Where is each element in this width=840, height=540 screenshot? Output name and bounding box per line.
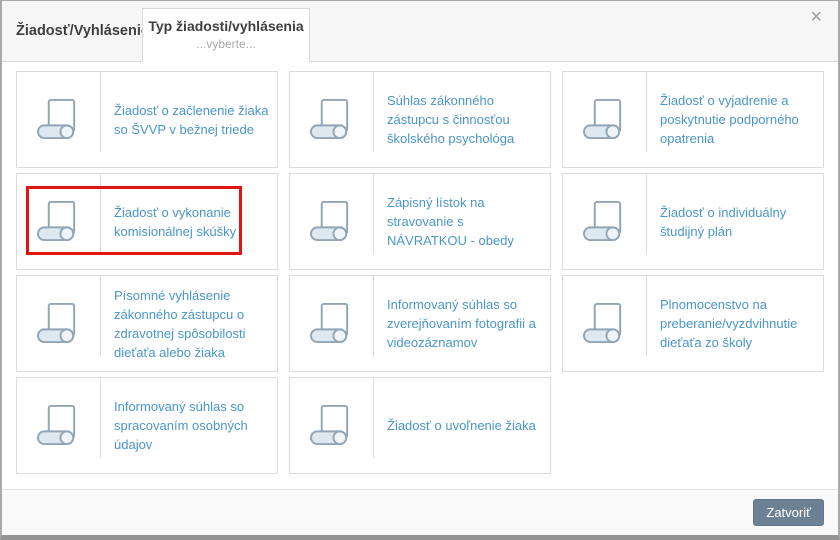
document-scroll-icon	[309, 404, 348, 446]
document-scroll-icon	[36, 98, 75, 140]
request-type-card[interactable]: Plnomocenstvo na preberanie/vyzdvihnutie…	[562, 275, 824, 372]
card-label-text: Žiadosť o vyjadrenie a poskytnutie podpo…	[660, 93, 799, 146]
card-icon-cell	[17, 276, 101, 371]
card-label: Súhlas zákonného zástupcu s činnosťou šk…	[374, 72, 550, 167]
card-label: Žiadosť o vyjadrenie a poskytnutie podpo…	[647, 72, 823, 167]
tab-typ-ziadosti[interactable]: Typ žiadosti/vyhlásenia ...vyberte...	[142, 8, 310, 62]
card-label-text: Informovaný súhlas so spracovaním osobný…	[114, 399, 248, 452]
card-label-text: Žiadosť o vykonanie komisionálnej skúšky	[114, 204, 237, 239]
card-label: Žiadosť o začlenenie žiaka so ŠVVP v bež…	[101, 72, 277, 167]
card-icon-cell	[290, 276, 374, 371]
card-label-text: Písomné vyhlásenie zákonného zástupcu o …	[114, 287, 246, 360]
request-type-card[interactable]: Informovaný súhlas so zverejňovaním foto…	[289, 275, 551, 372]
card-label-text: Zápisný lístok na stravovanie s NÁVRATKO…	[387, 195, 514, 248]
card-label: Plnomocenstvo na preberanie/vyzdvihnutie…	[647, 276, 823, 371]
request-type-card[interactable]: Žiadosť o uvoľnenie žiaka	[289, 377, 551, 474]
zatvorit-button[interactable]: Zatvoriť	[753, 499, 824, 526]
card-icon-cell	[563, 72, 647, 167]
document-scroll-icon	[582, 302, 621, 344]
card-icon-cell	[290, 72, 374, 167]
card-icon-cell	[17, 174, 101, 269]
card-icon-cell	[290, 174, 374, 269]
card-label-text: Plnomocenstvo na preberanie/vyzdvihnutie…	[660, 297, 798, 350]
card-label-text: Žiadosť o začlenenie žiaka so ŠVVP v bež…	[114, 102, 269, 137]
document-scroll-icon	[36, 404, 75, 446]
dialog-footer: Zatvoriť	[2, 489, 838, 535]
request-type-card[interactable]: Súhlas zákonného zástupcu s činnosťou šk…	[289, 71, 551, 168]
card-label: Žiadosť o vykonanie komisionálnej skúšky	[101, 174, 277, 269]
card-label-text: Súhlas zákonného zástupcu s činnosťou šk…	[387, 93, 515, 146]
request-type-card[interactable]: Zápisný lístok na stravovanie s NÁVRATKO…	[289, 173, 551, 270]
request-type-dialog: Žiadosť/Vyhlásenie Typ žiadosti/vyhlásen…	[0, 0, 840, 540]
request-type-card[interactable]: Žiadosť o individuálny študijný plán	[562, 173, 824, 270]
card-label-text: Žiadosť o individuálny študijný plán	[660, 204, 787, 239]
document-scroll-icon	[582, 200, 621, 242]
card-label: Písomné vyhlásenie zákonného zástupcu o …	[101, 276, 277, 371]
card-label: Informovaný súhlas so spracovaním osobný…	[101, 378, 277, 473]
card-label-text: Žiadosť o uvoľnenie žiaka	[387, 418, 536, 433]
card-icon-cell	[17, 378, 101, 473]
card-label: Informovaný súhlas so zverejňovaním foto…	[374, 276, 550, 371]
document-scroll-icon	[309, 200, 348, 242]
request-type-card[interactable]: Písomné vyhlásenie zákonného zástupcu o …	[16, 275, 278, 372]
tab-ziadost-vyhlasenie-label: Žiadosť/Vyhlásenie	[16, 23, 149, 39]
tab-ziadost-vyhlasenie[interactable]: Žiadosť/Vyhlásenie	[16, 1, 149, 61]
tab-typ-ziadosti-title: Typ žiadosti/vyhlásenia	[148, 18, 304, 34]
card-icon-cell	[563, 174, 647, 269]
document-scroll-icon	[36, 200, 75, 242]
request-type-grid: Žiadosť o začlenenie žiaka so ŠVVP v bež…	[2, 62, 838, 489]
card-label: Žiadosť o uvoľnenie žiaka	[374, 378, 550, 473]
request-type-card[interactable]: Informovaný súhlas so spracovaním osobný…	[16, 377, 278, 474]
document-scroll-icon	[36, 302, 75, 344]
card-label: Zápisný lístok na stravovanie s NÁVRATKO…	[374, 174, 550, 269]
request-type-card[interactable]: Žiadosť o vyjadrenie a poskytnutie podpo…	[562, 71, 824, 168]
close-icon[interactable]: ×	[810, 7, 822, 27]
document-scroll-icon	[309, 302, 348, 344]
card-label-text: Informovaný súhlas so zverejňovaním foto…	[387, 297, 536, 350]
card-icon-cell	[290, 378, 374, 473]
document-scroll-icon	[309, 98, 348, 140]
tab-typ-ziadosti-subtitle: ...vyberte...	[196, 37, 256, 51]
document-scroll-icon	[582, 98, 621, 140]
request-type-card[interactable]: Žiadosť o vykonanie komisionálnej skúšky	[16, 173, 278, 270]
dialog-header: Žiadosť/Vyhlásenie Typ žiadosti/vyhlásen…	[2, 1, 838, 62]
request-type-card[interactable]: Žiadosť o začlenenie žiaka so ŠVVP v bež…	[16, 71, 278, 168]
card-label: Žiadosť o individuálny študijný plán	[647, 174, 823, 269]
card-icon-cell	[563, 276, 647, 371]
card-icon-cell	[17, 72, 101, 167]
